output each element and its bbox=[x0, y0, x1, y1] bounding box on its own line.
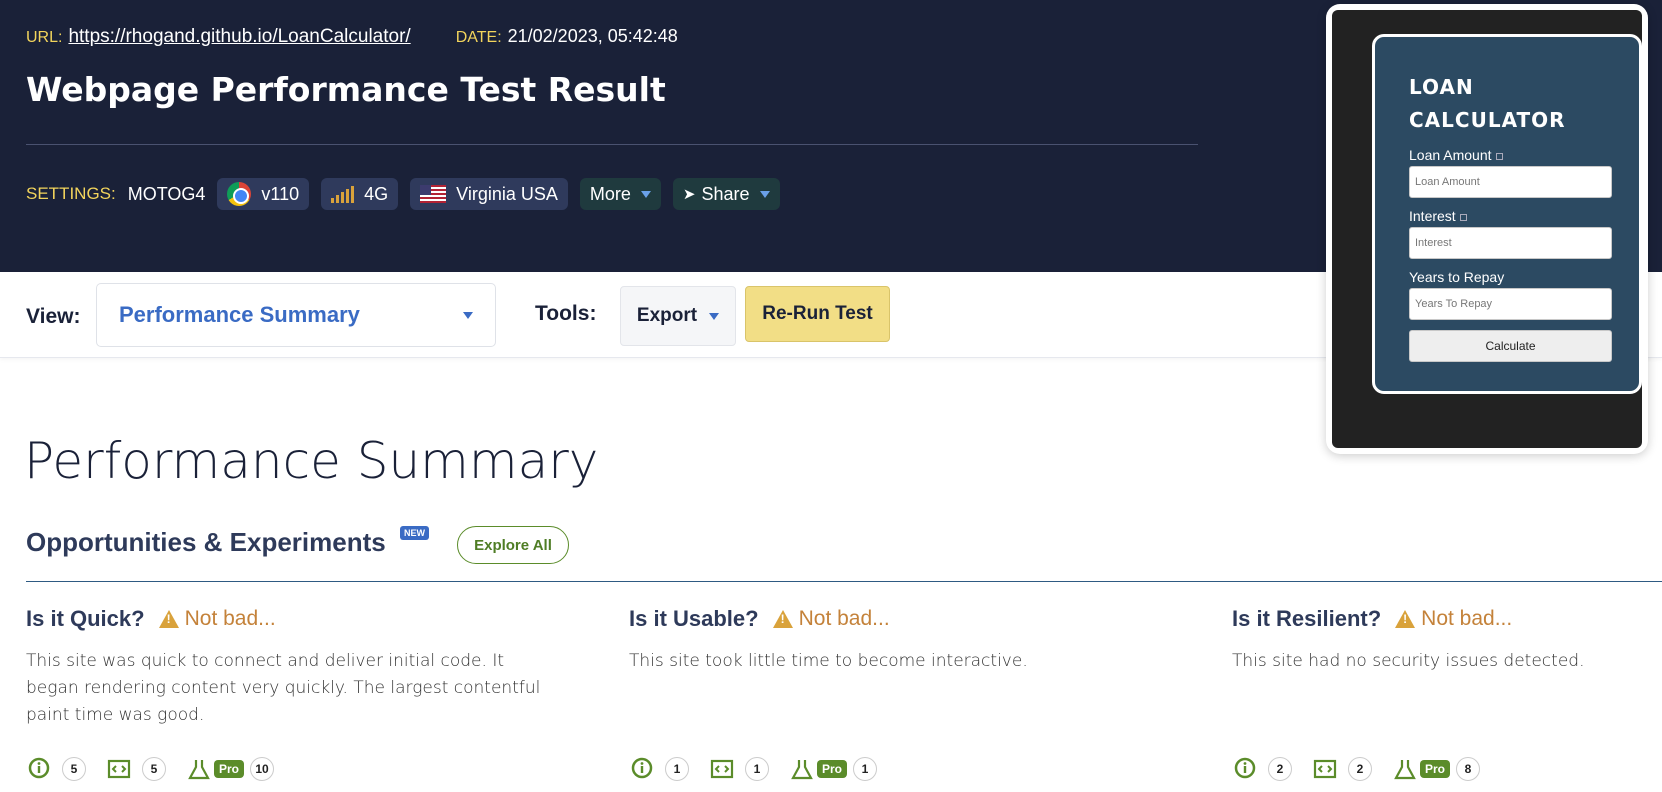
export-label: Export bbox=[636, 305, 698, 326]
count-badge: 1 bbox=[853, 757, 878, 781]
settings-label: SETTINGS: bbox=[26, 184, 116, 203]
preview-screen: LOAN CALCULATOR Loan Amount Loan Amount … bbox=[1332, 10, 1642, 448]
card-description: This site had no security issues detecte… bbox=[1232, 651, 1585, 671]
connection-type: 4G bbox=[364, 183, 389, 204]
export-button[interactable]: Export bbox=[620, 286, 736, 346]
opportunities-title: Opportunities & Experiments bbox=[26, 527, 386, 557]
count-badge: 5 bbox=[62, 757, 86, 781]
url-link[interactable]: https://rhogand.github.io/LoanCalculator… bbox=[68, 26, 410, 47]
warning-icon bbox=[772, 610, 793, 628]
loan-amount-label: Loan Amount bbox=[1409, 147, 1492, 163]
status-badge: Not bad... bbox=[772, 607, 890, 631]
send-icon: ➤ bbox=[682, 186, 696, 203]
url-label: URL: bbox=[26, 29, 63, 46]
opportunity-counts: 1 1 Pro 1 bbox=[629, 756, 897, 782]
opportunity-counts: 5 5 Pro 10 bbox=[26, 756, 294, 782]
page-title: Webpage Performance Test Result bbox=[26, 70, 666, 109]
card-description: This site took little time to become int… bbox=[629, 651, 1028, 671]
loan-calculator-card: LOAN CALCULATOR Loan Amount Loan Amount … bbox=[1372, 34, 1642, 394]
browser-version: v110 bbox=[261, 183, 300, 204]
preview-field-label: Interest bbox=[1409, 208, 1605, 224]
loan-amount-input: Loan Amount bbox=[1409, 166, 1612, 198]
location-name: Virginia USA bbox=[456, 183, 558, 204]
resilient-card: Is it Resilient? Not bad... This site ha… bbox=[1232, 606, 1662, 781]
location-chip: Virginia USA bbox=[410, 178, 568, 210]
preview-field-label: Loan Amount bbox=[1409, 147, 1605, 163]
warning-icon bbox=[1395, 610, 1416, 628]
info-icon[interactable] bbox=[629, 756, 655, 782]
warning-icon bbox=[158, 610, 179, 628]
chevron-down-icon bbox=[463, 311, 473, 319]
tools-label: Tools: bbox=[535, 302, 597, 325]
code-icon[interactable] bbox=[1312, 756, 1338, 782]
count-badge: 1 bbox=[665, 757, 689, 781]
new-badge: NEW bbox=[400, 526, 429, 540]
chrome-icon bbox=[227, 182, 252, 206]
status-text: Not bad... bbox=[798, 607, 890, 630]
calculate-button: Calculate bbox=[1409, 330, 1612, 362]
count-badge: 5 bbox=[142, 757, 166, 781]
pro-badge: Pro bbox=[214, 760, 245, 778]
info-icon bbox=[1459, 213, 1467, 221]
count-badge: 2 bbox=[1348, 757, 1372, 781]
usable-card: Is it Usable? Not bad... This site took … bbox=[629, 606, 1169, 781]
chevron-down-icon bbox=[640, 190, 651, 198]
quick-card: Is it Quick? Not bad... This site was qu… bbox=[26, 606, 566, 781]
years-label: Years to Repay bbox=[1409, 269, 1505, 285]
opportunity-counts: 2 2 Pro 8 bbox=[1232, 756, 1500, 782]
count-badge: 8 bbox=[1456, 757, 1481, 781]
divider bbox=[26, 144, 1198, 145]
explore-all-button[interactable]: Explore All bbox=[457, 526, 569, 564]
flask-icon[interactable] bbox=[186, 756, 212, 782]
view-select[interactable]: Performance Summary bbox=[96, 283, 496, 347]
pro-badge: Pro bbox=[1420, 760, 1451, 778]
flask-icon[interactable] bbox=[1392, 756, 1418, 782]
info-icon bbox=[1495, 152, 1503, 160]
us-flag-icon bbox=[420, 185, 447, 203]
chevron-down-icon bbox=[759, 190, 770, 198]
status-badge: Not bad... bbox=[1395, 607, 1512, 631]
date-value: 21/02/2023, 05:42:48 bbox=[507, 26, 678, 46]
info-icon[interactable] bbox=[1232, 756, 1258, 782]
code-icon[interactable] bbox=[709, 756, 735, 782]
preview-title-line1: LOAN bbox=[1409, 75, 1474, 99]
card-question: Is it Resilient? bbox=[1232, 606, 1382, 631]
status-badge: Not bad... bbox=[158, 607, 276, 631]
years-input: Years To Repay bbox=[1409, 288, 1612, 320]
interest-input: Interest bbox=[1409, 227, 1612, 259]
meta-line: URL: https://rhogand.github.io/LoanCalcul… bbox=[26, 26, 678, 48]
settings-bar: SETTINGS: MOTOG4 v110 4G Virginia USA Mo… bbox=[26, 178, 780, 210]
count-badge: 2 bbox=[1268, 757, 1292, 781]
share-button[interactable]: ➤ Share bbox=[672, 178, 780, 210]
code-icon[interactable] bbox=[106, 756, 132, 782]
screenshot-preview[interactable]: LOAN CALCULATOR Loan Amount Loan Amount … bbox=[1326, 4, 1648, 454]
preview-title-line2: CALCULATOR bbox=[1409, 108, 1566, 132]
signal-icon bbox=[331, 185, 355, 203]
card-question: Is it Usable? bbox=[629, 606, 759, 631]
more-button[interactable]: More bbox=[579, 178, 661, 210]
view-select-value: Performance Summary bbox=[119, 302, 360, 327]
divider bbox=[26, 581, 1662, 582]
date-label: DATE: bbox=[455, 29, 502, 46]
view-label: View: bbox=[26, 305, 81, 328]
section-title: Performance Summary bbox=[24, 432, 599, 490]
chevron-down-icon bbox=[709, 312, 720, 320]
info-icon[interactable] bbox=[26, 756, 52, 782]
device-name: MOTOG4 bbox=[127, 183, 206, 204]
card-description: This site was quick to connect and deliv… bbox=[26, 651, 541, 725]
card-question: Is it Quick? bbox=[26, 606, 145, 631]
count-badge: 1 bbox=[745, 757, 769, 781]
share-label: Share bbox=[701, 183, 750, 204]
status-text: Not bad... bbox=[184, 607, 276, 630]
pro-badge: Pro bbox=[817, 760, 848, 778]
interest-label: Interest bbox=[1409, 208, 1456, 224]
rerun-test-button[interactable]: Re-Run Test bbox=[745, 286, 890, 342]
more-label: More bbox=[589, 183, 631, 204]
browser-chip: v110 bbox=[217, 178, 310, 210]
status-text: Not bad... bbox=[1421, 607, 1513, 630]
flask-icon[interactable] bbox=[789, 756, 815, 782]
connection-chip: 4G bbox=[321, 178, 399, 210]
count-badge: 10 bbox=[250, 757, 275, 781]
